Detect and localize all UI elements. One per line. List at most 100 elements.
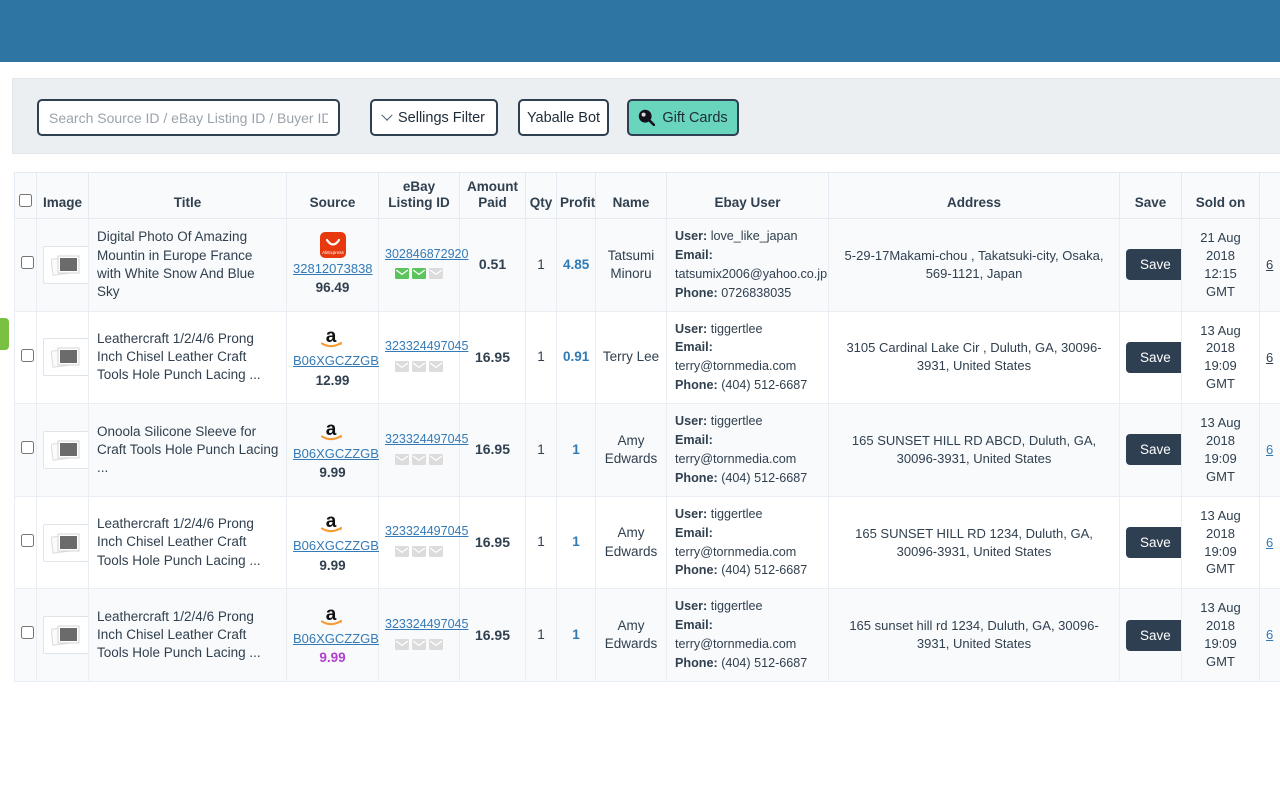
save-button[interactable]: Save xyxy=(1126,249,1185,280)
extra-link[interactable]: 6 xyxy=(1266,349,1280,367)
row-checkbox[interactable] xyxy=(21,534,34,547)
source-price: 9.99 xyxy=(293,649,372,667)
gift-cards-button[interactable]: Gift Cards xyxy=(627,99,739,136)
ebay-listing-id-link[interactable]: 323324497045 xyxy=(385,431,453,448)
sellings-filter-button[interactable]: Sellings Filter xyxy=(370,99,498,136)
profit-cell[interactable]: 1 xyxy=(557,589,596,682)
ebay-listing-id-link[interactable]: 323324497045 xyxy=(385,338,453,355)
ebay-username: tiggertlee xyxy=(711,507,763,521)
table-row: Leathercraft 1/2/4/6 Prong Inch Chisel L… xyxy=(15,496,1280,589)
profit-cell[interactable]: 1 xyxy=(557,404,596,497)
profit-cell[interactable]: 0.91 xyxy=(557,311,596,404)
address-cell: 165 SUNSET HILL RD 1234, Duluth, GA, 300… xyxy=(829,496,1120,589)
image-cell xyxy=(37,589,89,682)
source-id-link[interactable]: B06XGCZZGB xyxy=(293,445,372,463)
phone-label: Phone: xyxy=(675,563,718,577)
save-button[interactable]: Save xyxy=(1126,434,1185,465)
message-envelope-icon[interactable] xyxy=(429,359,443,377)
envelope-icons xyxy=(385,359,453,377)
extra-link[interactable]: 6 xyxy=(1266,256,1280,274)
aliexpress-logo-icon: AliExpress xyxy=(293,232,372,258)
yaballe-bot-button[interactable]: Yaballe Bot xyxy=(518,99,609,136)
envelope-icons xyxy=(385,637,453,655)
message-envelope-icon[interactable] xyxy=(412,544,426,562)
save-cell: Save xyxy=(1120,219,1182,312)
message-envelope-icon[interactable] xyxy=(412,359,426,377)
message-envelope-icon[interactable] xyxy=(429,452,443,470)
message-envelope-icon[interactable] xyxy=(429,544,443,562)
top-navigation-bar xyxy=(0,0,1280,62)
ebay-user-line: User: tiggertlee xyxy=(675,320,822,339)
user-label: User: xyxy=(675,322,707,336)
table-row: Digital Photo Of Amazing Mountin in Euro… xyxy=(15,219,1280,312)
yaballe-bot-label: Yaballe Bot xyxy=(527,110,600,126)
extra-link[interactable]: 6 xyxy=(1266,441,1280,459)
email-value: terry@tornmedia.com xyxy=(675,359,796,373)
col-qty: Qty xyxy=(526,173,557,219)
profit-cell[interactable]: 1 xyxy=(557,496,596,589)
col-title: Title xyxy=(89,173,287,219)
email-line: Email: terry@tornmedia.com xyxy=(675,338,822,376)
image-cell xyxy=(37,311,89,404)
message-envelope-icon[interactable] xyxy=(412,637,426,655)
row-checkbox[interactable] xyxy=(21,349,34,362)
message-envelope-icon[interactable] xyxy=(429,266,443,284)
left-drawer-handle[interactable] xyxy=(0,318,9,350)
source-price: 96.49 xyxy=(293,279,372,297)
ebay-username: tiggertlee xyxy=(711,599,763,613)
email-value: terry@tornmedia.com xyxy=(675,637,796,651)
message-envelope-icon[interactable] xyxy=(395,544,409,562)
save-button[interactable]: Save xyxy=(1126,620,1185,651)
search-input[interactable] xyxy=(37,99,340,136)
ebay-listing-id-link[interactable]: 302846872920 xyxy=(385,246,453,263)
ebay-listing-id-link[interactable]: 323324497045 xyxy=(385,616,453,633)
address-cell: 3105 Cardinal Lake Cir , Duluth, GA, 300… xyxy=(829,311,1120,404)
extra-link[interactable]: 6 xyxy=(1266,534,1280,552)
ebay-listing-id-link[interactable]: 323324497045 xyxy=(385,523,453,540)
ebay-username: love_like_japan xyxy=(711,229,798,243)
message-envelope-icon[interactable] xyxy=(395,452,409,470)
source-id-link[interactable]: 32812073838 xyxy=(293,260,372,278)
source-id-link[interactable]: B06XGCZZGB xyxy=(293,630,372,648)
phone-label: Phone: xyxy=(675,656,718,670)
message-envelope-icon[interactable] xyxy=(395,266,409,284)
source-id-link[interactable]: B06XGCZZGB xyxy=(293,537,372,555)
product-thumbnail xyxy=(43,338,89,376)
profit-cell[interactable]: 4.85 xyxy=(557,219,596,312)
buyer-name-cell: Amy Edwards xyxy=(596,496,667,589)
extra-link[interactable]: 6 xyxy=(1266,626,1280,644)
amount-paid-cell: 16.95 xyxy=(460,404,526,497)
ebay-user-cell: User: tiggertleeEmail: terry@tornmedia.c… xyxy=(667,404,829,497)
ebay-user-line: User: love_like_japan xyxy=(675,227,822,246)
email-value: tatsumix2006@yahoo.co.jp xyxy=(675,267,827,281)
message-envelope-icon[interactable] xyxy=(412,266,426,284)
phone-line: Phone: (404) 512-6687 xyxy=(675,376,822,395)
message-envelope-icon[interactable] xyxy=(395,359,409,377)
message-envelope-icon[interactable] xyxy=(412,452,426,470)
col-address: Address xyxy=(829,173,1120,219)
buyer-name-cell: Amy Edwards xyxy=(596,404,667,497)
ebay-user-cell: User: tiggertleeEmail: terry@tornmedia.c… xyxy=(667,311,829,404)
col-ebay-listing-id: eBay Listing ID xyxy=(379,173,460,219)
gift-cards-label: Gift Cards xyxy=(662,110,727,126)
message-envelope-icon[interactable] xyxy=(395,637,409,655)
save-cell: Save xyxy=(1120,589,1182,682)
ebay-listing-id-cell: 323324497045 xyxy=(379,496,460,589)
email-label: Email: xyxy=(675,618,713,632)
product-thumbnail xyxy=(43,616,89,654)
sold-on-cell: 13 Aug 2018 19:09 GMT xyxy=(1182,496,1260,589)
save-button[interactable]: Save xyxy=(1126,342,1185,373)
row-checkbox[interactable] xyxy=(21,256,34,269)
title-cell: Leathercraft 1/2/4/6 Prong Inch Chisel L… xyxy=(89,311,287,404)
message-envelope-icon[interactable] xyxy=(429,637,443,655)
save-button[interactable]: Save xyxy=(1126,527,1185,558)
select-all-checkbox[interactable] xyxy=(19,194,32,207)
row-checkbox[interactable] xyxy=(21,626,34,639)
row-checkbox[interactable] xyxy=(21,441,34,454)
email-line: Email: terry@tornmedia.com xyxy=(675,431,822,469)
title-cell: Leathercraft 1/2/4/6 Prong Inch Chisel L… xyxy=(89,589,287,682)
row-select-cell xyxy=(15,589,37,682)
source-id-link[interactable]: B06XGCZZGB xyxy=(293,352,372,370)
phone-value: (404) 512-6687 xyxy=(721,563,807,577)
qty-cell: 1 xyxy=(526,404,557,497)
